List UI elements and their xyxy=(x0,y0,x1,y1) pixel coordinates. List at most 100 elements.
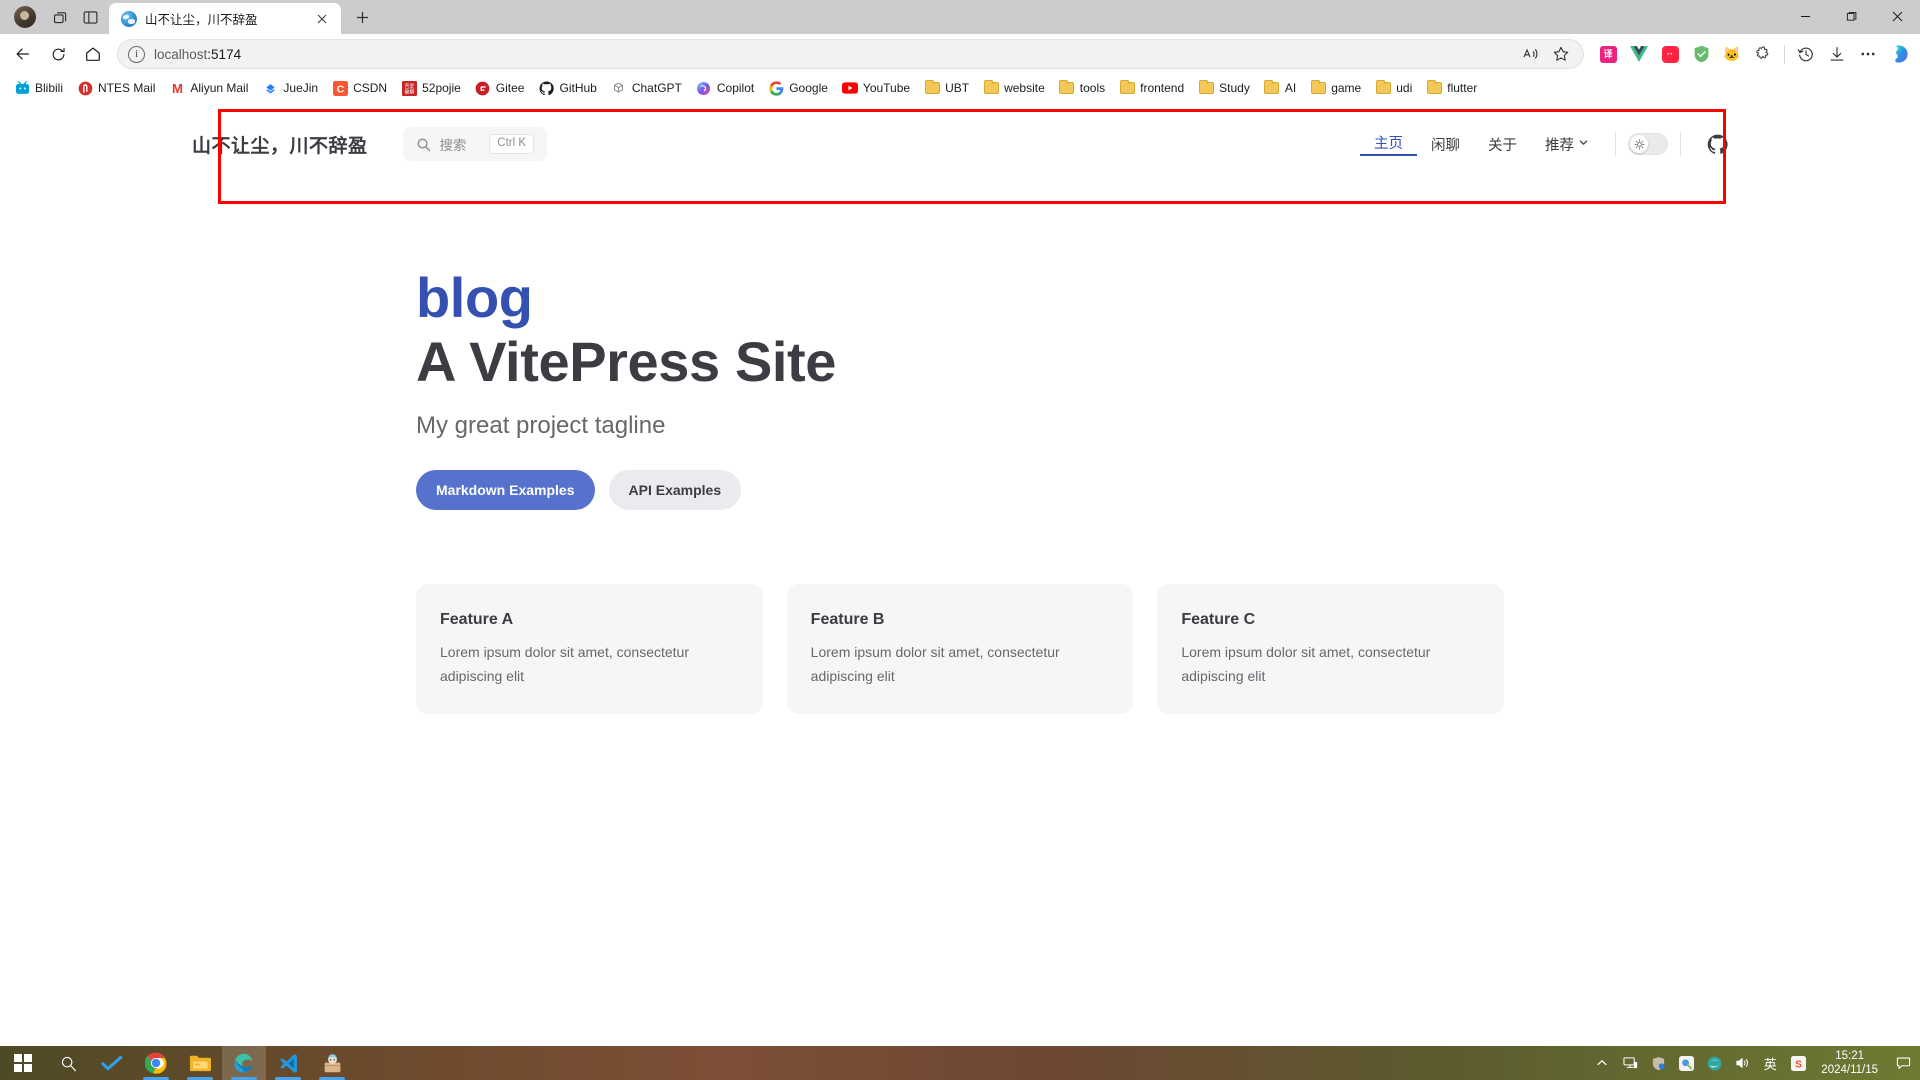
tab-actions-icon[interactable] xyxy=(45,2,75,32)
adguard-shield-icon[interactable] xyxy=(1686,39,1716,69)
bookmark-label: JueJin xyxy=(283,81,318,95)
bookmark-copilot[interactable]: Copilot xyxy=(690,77,760,99)
api-examples-button[interactable]: API Examples xyxy=(609,470,742,510)
extensions-puzzle-icon[interactable] xyxy=(1748,39,1778,69)
bookmark-folder-flutter[interactable]: flutter xyxy=(1420,77,1483,99)
aliyun-mail-icon: M xyxy=(169,80,185,96)
file-explorer-app-icon[interactable] xyxy=(178,1046,222,1080)
folder-icon xyxy=(924,80,940,96)
feature-title: Feature C xyxy=(1181,608,1480,632)
search-button[interactable] xyxy=(46,1046,90,1080)
show-hidden-icons-button[interactable] xyxy=(1589,1046,1615,1080)
favorite-star-icon[interactable] xyxy=(1547,41,1575,67)
bookmark-ntes-mail[interactable]: NTES Mail xyxy=(71,77,161,99)
bookmark-folder-udi[interactable]: udi xyxy=(1369,77,1418,99)
taskbar-clock[interactable]: 15:21 2024/11/15 xyxy=(1813,1049,1888,1077)
hero-actions: Markdown Examples API Examples xyxy=(416,444,1504,510)
appearance-toggle[interactable] xyxy=(1628,133,1668,155)
vscode-app-icon[interactable] xyxy=(266,1046,310,1080)
todo-app-icon[interactable] xyxy=(90,1046,134,1080)
notification-center-button[interactable] xyxy=(1890,1046,1916,1080)
bookmark-label: CSDN xyxy=(353,81,387,95)
profile-avatar[interactable] xyxy=(14,6,36,28)
bookmark-folder-website[interactable]: website xyxy=(977,77,1051,99)
volume-icon[interactable] xyxy=(1729,1046,1755,1080)
site-title[interactable]: 山不让尘，川不辞盈 xyxy=(192,131,368,158)
bookmark-blibili[interactable]: Blibili xyxy=(8,77,69,99)
sogou-input-icon[interactable]: S xyxy=(1785,1046,1811,1080)
bookmark-aliyun-mail[interactable]: M Aliyun Mail xyxy=(163,77,254,99)
juejin-icon xyxy=(262,80,278,96)
chrome-app-icon[interactable] xyxy=(134,1046,178,1080)
bookmark-label: tools xyxy=(1080,81,1105,95)
vue-devtools-extension-icon[interactable] xyxy=(1624,39,1654,69)
title-bar-left-controls xyxy=(0,0,109,34)
bookmark-label: frontend xyxy=(1140,81,1184,95)
github-link-icon[interactable] xyxy=(1707,134,1728,155)
cat-extension-icon: 🐱 xyxy=(1717,39,1747,69)
security-icon[interactable] xyxy=(1645,1046,1671,1080)
bookmark-youtube[interactable]: YouTube xyxy=(836,77,916,99)
search-box[interactable]: 搜索 Ctrl K xyxy=(403,127,547,161)
nav-link-chat[interactable]: 闲聊 xyxy=(1417,126,1474,162)
bookmark-juejin[interactable]: JueJin xyxy=(256,77,324,99)
bookmark-chatgpt[interactable]: ChatGPT xyxy=(605,77,688,99)
bookmark-github[interactable]: GitHub xyxy=(532,77,602,99)
close-button[interactable] xyxy=(1874,0,1920,32)
redbook-extension-icon[interactable]: ·· xyxy=(1655,39,1685,69)
bookmark-label: Google xyxy=(789,81,828,95)
edge-app-icon[interactable] xyxy=(222,1046,266,1080)
bookmark-folder-tools[interactable]: tools xyxy=(1053,77,1111,99)
hero-tagline: My great project tagline xyxy=(416,394,1504,444)
home-button[interactable] xyxy=(76,38,110,70)
folder-icon xyxy=(1198,80,1214,96)
ime-indicator[interactable]: 英 xyxy=(1757,1046,1783,1080)
tab-close-icon[interactable] xyxy=(311,8,333,30)
hero-section: blog A VitePress Site My great project t… xyxy=(416,186,1504,510)
address-bar[interactable]: i localhost:5174 xyxy=(117,39,1584,69)
bookmark-folder-ubt[interactable]: UBT xyxy=(918,77,975,99)
search-placeholder-text: 搜索 xyxy=(440,134,467,154)
bookmark-csdn[interactable]: C CSDN xyxy=(326,77,393,99)
features-grid: Feature A Lorem ipsum dolor sit amet, co… xyxy=(416,510,1504,714)
markdown-examples-button[interactable]: Markdown Examples xyxy=(416,470,595,510)
navbar-menu: 主页 闲聊 关于 推荐 xyxy=(1360,126,1728,162)
window-controls xyxy=(1782,0,1920,32)
history-icon[interactable] xyxy=(1791,39,1821,69)
downloads-icon[interactable] xyxy=(1822,39,1852,69)
bookmark-gitee[interactable]: Gitee xyxy=(469,77,531,99)
chevron-down-icon xyxy=(1578,136,1589,152)
site-info-icon[interactable]: i xyxy=(128,46,145,63)
bookmark-52pojie[interactable]: 吾爱破解 52pojie xyxy=(395,77,467,99)
copilot-icon[interactable] xyxy=(1884,39,1914,69)
bookmark-google[interactable]: Google xyxy=(762,77,834,99)
bookmark-folder-frontend[interactable]: frontend xyxy=(1113,77,1190,99)
minimize-button[interactable] xyxy=(1782,0,1828,32)
read-aloud-icon[interactable] xyxy=(1517,41,1545,67)
qq-tray-icon[interactable] xyxy=(1673,1046,1699,1080)
gitee-icon xyxy=(475,80,491,96)
character-app-icon[interactable] xyxy=(310,1046,354,1080)
bookmark-folder-game[interactable]: game xyxy=(1304,77,1367,99)
bilibili-icon xyxy=(14,80,30,96)
new-tab-button[interactable] xyxy=(347,2,377,32)
folder-icon xyxy=(1426,80,1442,96)
copilot-bookmark-icon xyxy=(696,80,712,96)
openai-icon xyxy=(611,80,627,96)
nav-link-home[interactable]: 主页 xyxy=(1360,132,1417,156)
refresh-button[interactable] xyxy=(41,38,75,70)
split-screen-icon[interactable] xyxy=(75,2,105,32)
address-bar-url: localhost:5174 xyxy=(154,47,1508,62)
back-button[interactable] xyxy=(6,38,40,70)
browser-tab[interactable]: 山不让尘，川不辞盈 xyxy=(109,3,341,34)
bookmark-folder-ai[interactable]: AI xyxy=(1258,77,1302,99)
bookmark-folder-study[interactable]: Study xyxy=(1192,77,1256,99)
browser-tray-icon[interactable] xyxy=(1701,1046,1727,1080)
network-icon[interactable] xyxy=(1617,1046,1643,1080)
nav-link-about[interactable]: 关于 xyxy=(1474,126,1531,162)
translate-extension-icon[interactable]: 译 xyxy=(1593,39,1623,69)
nav-dropdown-recommend[interactable]: 推荐 xyxy=(1531,126,1603,162)
start-button[interactable] xyxy=(0,1046,46,1080)
maximize-button[interactable] xyxy=(1828,0,1874,32)
browser-settings-icon[interactable] xyxy=(1853,39,1883,69)
